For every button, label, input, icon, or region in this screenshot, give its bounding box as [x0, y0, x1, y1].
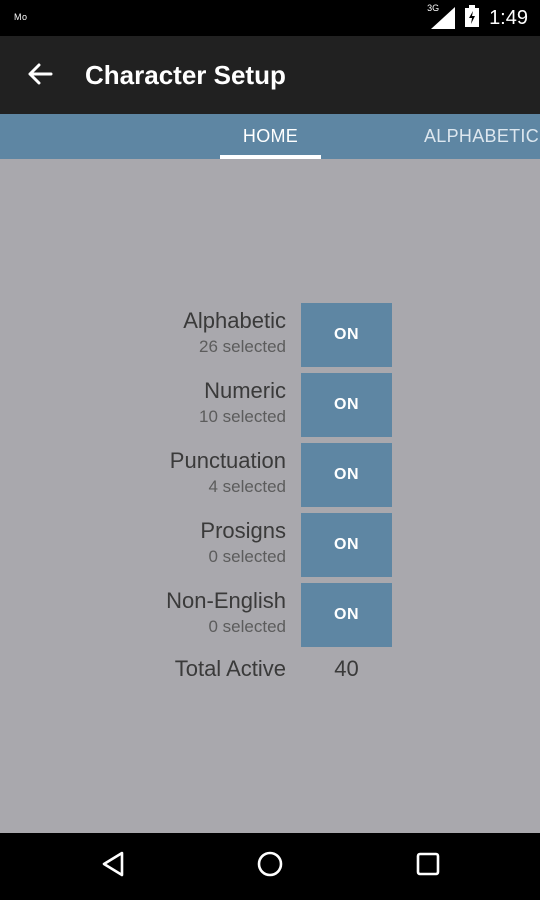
nav-recents-button[interactable] — [398, 846, 458, 886]
tab-home[interactable]: HOME — [220, 114, 321, 159]
setting-row-alphabetic: Alphabetic 26 selected ON — [0, 303, 540, 367]
app-bar: Character Setup — [0, 36, 540, 114]
row-count: 26 selected — [199, 337, 286, 356]
setting-row-punctuation: Punctuation 4 selected ON — [0, 443, 540, 507]
punctuation-toggle-button[interactable]: ON — [301, 443, 392, 507]
carrier-label: Mo — [14, 12, 28, 22]
circle-home-icon — [256, 850, 284, 883]
status-time: 1:49 — [489, 6, 528, 29]
nav-home-button[interactable] — [240, 846, 300, 886]
back-button[interactable] — [18, 56, 62, 96]
status-icons: 3G 1:49 — [427, 0, 528, 36]
prosigns-toggle-button[interactable]: ON — [301, 513, 392, 577]
triangle-back-icon — [100, 850, 126, 883]
row-label: Numeric — [204, 378, 286, 403]
system-nav-bar — [0, 833, 540, 900]
alphabetic-toggle-button[interactable]: ON — [301, 303, 392, 367]
row-label: Punctuation — [169, 448, 286, 473]
row-count: 0 selected — [208, 547, 287, 566]
row-count: 10 selected — [199, 407, 286, 426]
signal-icon: 3G — [427, 3, 456, 29]
tab-alphabetic[interactable]: ALPHABETIC — [424, 114, 539, 159]
row-text: Non-English 0 selected — [166, 587, 286, 639]
page-title: Character Setup — [85, 60, 286, 90]
row-count: 0 selected — [208, 617, 287, 636]
row-text: Alphabetic 26 selected — [183, 307, 286, 359]
setting-row-non-english: Non-English 0 selected ON — [0, 583, 540, 647]
total-active-value: 40 — [334, 656, 359, 681]
tab-bar: HOME ALPHABETIC — [0, 114, 540, 159]
network-type-label: 3G — [427, 3, 440, 13]
arrow-left-icon — [27, 63, 53, 90]
nav-back-button[interactable] — [83, 846, 143, 886]
setting-row-prosigns: Prosigns 0 selected ON — [0, 513, 540, 577]
total-active-label: Total Active — [174, 656, 286, 681]
non-english-toggle-button[interactable]: ON — [301, 583, 392, 647]
row-label: Alphabetic — [183, 308, 286, 333]
square-recents-icon — [415, 851, 441, 882]
row-text: Prosigns 0 selected — [200, 517, 286, 569]
status-bar: Mo 3G 1:49 — [0, 0, 540, 36]
battery-icon — [465, 4, 480, 32]
row-label: Non-English — [166, 588, 286, 613]
numeric-toggle-button[interactable]: ON — [301, 373, 392, 437]
row-label: Prosigns — [200, 518, 286, 543]
settings-content: Alphabetic 26 selected ON Numeric 10 sel… — [0, 159, 540, 833]
row-text: Punctuation 4 selected — [170, 447, 286, 499]
row-count: 4 selected — [208, 477, 287, 496]
total-active-row: Total Active 40 — [0, 656, 540, 688]
row-text: Numeric 10 selected — [199, 377, 286, 429]
setting-row-numeric: Numeric 10 selected ON — [0, 373, 540, 437]
